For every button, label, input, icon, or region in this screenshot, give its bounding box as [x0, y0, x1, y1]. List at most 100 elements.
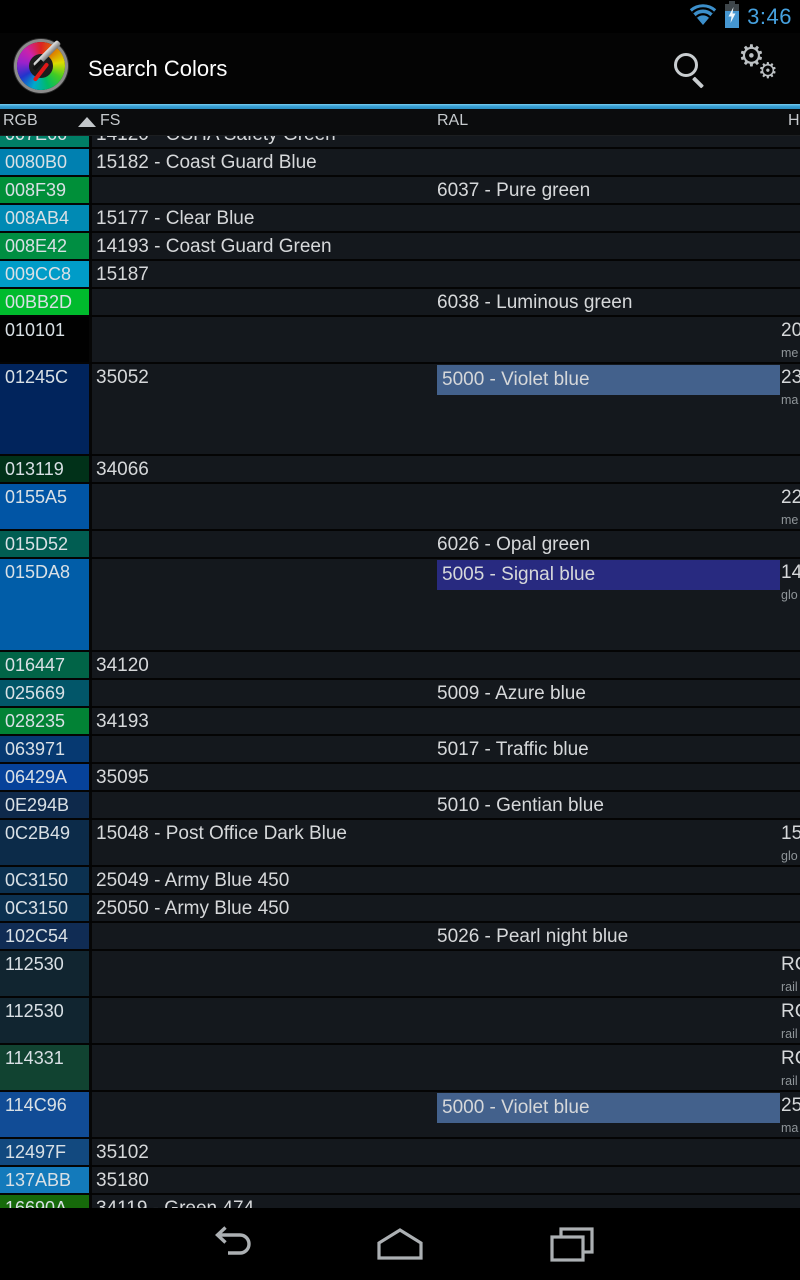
table-row[interactable]: 137ABB35180 — [0, 1167, 800, 1195]
table-row[interactable]: 007E6614120 - OSHA Safety Green — [0, 136, 800, 149]
table-row[interactable]: 112530 RCrail — [0, 951, 800, 998]
fs-value: 15177 - Clear Blue — [96, 208, 254, 230]
table-row[interactable]: 12497F35102 — [0, 1139, 800, 1167]
fs-value: 34119 - Green 474 — [96, 1198, 254, 1208]
rgb-swatch: 112530 — [0, 998, 92, 1043]
humbrol-code: 22 — [781, 487, 800, 509]
battery-charging-icon — [724, 1, 740, 33]
rgb-swatch: 013119 — [0, 456, 92, 482]
column-header-ral[interactable]: RAL — [437, 112, 468, 130]
humbrol-value: RCrail — [781, 954, 800, 994]
fs-value: 34066 — [96, 459, 149, 481]
rgb-swatch: 00BB2D — [0, 289, 92, 315]
status-bar: 3:46 — [0, 0, 800, 33]
fs-value: 35102 — [96, 1142, 149, 1164]
ral-value-swatch: 5005 - Signal blue — [437, 560, 780, 590]
back-icon — [204, 1225, 252, 1263]
fs-value: 15182 - Coast Guard Blue — [96, 152, 317, 174]
table-row[interactable]: 01644734120 — [0, 652, 800, 680]
fs-value: 34193 — [96, 711, 149, 733]
settings-button[interactable]: ⚙ ⚙ — [730, 33, 794, 104]
table-row[interactable]: 02823534193 — [0, 708, 800, 736]
column-header-fs[interactable]: FS — [100, 112, 120, 130]
humbrol-finish: rail — [781, 1074, 800, 1088]
rgb-swatch: 015D52 — [0, 531, 92, 557]
table-row[interactable]: 0C2B4915048 - Post Office Dark Blue15glo — [0, 820, 800, 867]
table-row[interactable]: 06429A35095 — [0, 764, 800, 792]
humbrol-finish: glo — [781, 849, 800, 863]
humbrol-code: 14 — [781, 562, 800, 584]
color-table-rows[interactable]: 007E6614120 - OSHA Safety Green0080B0151… — [0, 136, 800, 1208]
table-row[interactable]: 114C965000 - Violet blue25ma — [0, 1092, 800, 1139]
humbrol-code: RC — [781, 1001, 800, 1023]
humbrol-finish: ma — [781, 393, 800, 407]
table-row[interactable]: 01245C350525000 - Violet blue23ma — [0, 364, 800, 456]
humbrol-code: 20 — [781, 320, 800, 342]
humbrol-finish: ma — [781, 1121, 800, 1135]
table-row[interactable]: 009CC815187 — [0, 261, 800, 289]
table-row[interactable]: 114331 RC rail — [0, 1045, 800, 1092]
recents-button[interactable] — [542, 1224, 602, 1264]
back-button[interactable] — [198, 1224, 258, 1264]
ral-value: 5017 - Traffic blue — [437, 739, 589, 761]
table-row[interactable]: 00BB2D 6038 - Luminous green — [0, 289, 800, 317]
humbrol-finish: rail — [781, 1027, 800, 1041]
rgb-swatch: 016447 — [0, 652, 92, 678]
table-row[interactable]: 008F396037 - Pure green — [0, 177, 800, 205]
wifi-icon — [689, 3, 717, 31]
table-row[interactable]: 0E294B 5010 - Gentian blue — [0, 792, 800, 820]
table-row[interactable]: 112530 RC rail — [0, 998, 800, 1045]
home-button[interactable] — [370, 1224, 430, 1264]
rgb-swatch: 06429A — [0, 764, 92, 790]
column-header-h[interactable]: H — [788, 112, 800, 130]
search-button[interactable] — [656, 33, 720, 104]
table-row[interactable]: 015D526026 - Opal green — [0, 531, 800, 559]
table-row[interactable]: 015DA85005 - Signal blue14glo — [0, 559, 800, 652]
humbrol-code: 23 — [781, 367, 800, 389]
humbrol-finish: me — [781, 513, 800, 527]
table-row[interactable]: 01311934066 — [0, 456, 800, 484]
humbrol-value: 15 glo — [781, 823, 800, 863]
column-header-rgb[interactable]: RGB — [3, 112, 38, 130]
fs-value: 25050 - Army Blue 450 — [96, 898, 289, 920]
rgb-swatch: 0C3150 — [0, 895, 92, 921]
ral-value: 5010 - Gentian blue — [437, 795, 604, 817]
rgb-swatch: 0E294B — [0, 792, 92, 818]
rgb-swatch: 0C3150 — [0, 867, 92, 893]
humbrol-code: RC — [781, 1048, 800, 1070]
table-row[interactable]: 16690A34119 - Green 474 — [0, 1195, 800, 1208]
rgb-swatch: 114331 — [0, 1045, 92, 1090]
home-icon — [371, 1226, 429, 1262]
table-row[interactable]: 0C315025050 - Army Blue 450 — [0, 895, 800, 923]
table-row[interactable]: 063971 5017 - Traffic blue — [0, 736, 800, 764]
table-row[interactable]: 008AB415177 - Clear Blue — [0, 205, 800, 233]
table-row[interactable]: 102C545026 - Pearl night blue — [0, 923, 800, 951]
gear-small-icon: ⚙ — [758, 59, 778, 84]
ral-value: 6038 - Luminous green — [437, 292, 632, 314]
rgb-swatch: 01245C — [0, 364, 92, 454]
table-row[interactable]: 0C315025049 - Army Blue 450 — [0, 867, 800, 895]
humbrol-value: RC rail — [781, 1001, 800, 1041]
ral-value: 5009 - Azure blue — [437, 683, 586, 705]
fs-value: 14120 - OSHA Safety Green — [96, 136, 336, 146]
humbrol-value: 22 me — [781, 487, 800, 527]
table-row[interactable]: 01010120me — [0, 317, 800, 364]
rgb-swatch: 0155A5 — [0, 484, 92, 529]
table-row[interactable]: 0080B015182 - Coast Guard Blue — [0, 149, 800, 177]
table-row[interactable]: 008E4214193 - Coast Guard Green — [0, 233, 800, 261]
ral-value-swatch: 5000 - Violet blue — [437, 365, 780, 395]
humbrol-value: 14glo — [781, 562, 800, 602]
rgb-swatch: 008E42 — [0, 233, 92, 259]
navigation-bar — [0, 1208, 800, 1280]
table-row[interactable]: 0155A5 22 me — [0, 484, 800, 531]
rgb-swatch: 063971 — [0, 736, 92, 762]
rgb-swatch: 009CC8 — [0, 261, 92, 287]
table-row[interactable]: 0256695009 - Azure blue — [0, 680, 800, 708]
humbrol-code: 15 — [781, 823, 800, 845]
humbrol-value: RC rail — [781, 1048, 800, 1088]
sort-ascending-icon — [78, 117, 96, 127]
action-bar: Search Colors ⚙ ⚙ — [0, 33, 800, 104]
fs-value: 25049 - Army Blue 450 — [96, 870, 289, 892]
rgb-swatch: 112530 — [0, 951, 92, 996]
rgb-swatch: 12497F — [0, 1139, 92, 1165]
